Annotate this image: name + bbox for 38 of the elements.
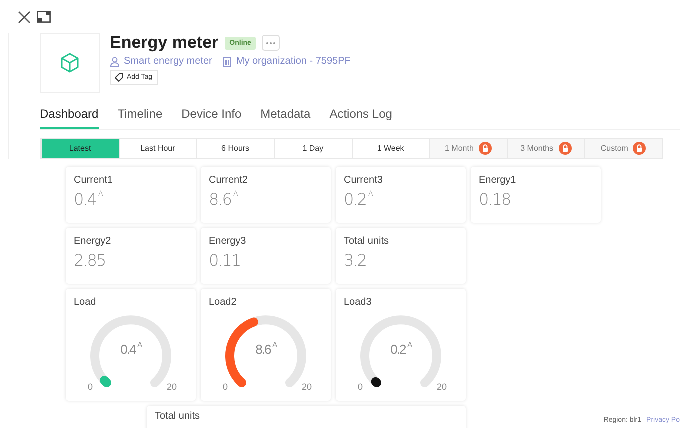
close-icon[interactable]: [18, 10, 31, 24]
tab[interactable]: Timeline: [118, 107, 163, 129]
widget-label: Load2: [209, 297, 238, 308]
tab[interactable]: Actions Log: [330, 107, 392, 129]
gauge-max: 20: [436, 382, 447, 392]
tab[interactable]: Device Info: [182, 107, 242, 129]
lock-icon: [558, 142, 572, 155]
range-button[interactable]: Latest: [41, 139, 119, 158]
widget-label: Total units: [344, 236, 390, 247]
widget-label: Total units: [155, 411, 202, 422]
widget-label: Current1: [74, 175, 114, 186]
cube-icon: [59, 52, 81, 74]
widget-value: 2.85: [74, 251, 107, 270]
tag-icon: [115, 73, 124, 82]
widget-label: Load3: [344, 297, 373, 308]
range-button[interactable]: 1 Month: [429, 139, 507, 158]
building-icon: [222, 56, 232, 66]
range-button[interactable]: 3 Months: [506, 139, 584, 158]
widget-value: 3.2: [344, 251, 368, 270]
device-name: Energy meter: [110, 33, 219, 53]
dots-icon: [266, 42, 276, 44]
widget-value: 0.11: [209, 251, 242, 270]
widget-label: Current3: [344, 175, 384, 186]
widget-value: 0.18: [479, 190, 512, 209]
gauge-max: 20: [302, 382, 312, 392]
widget-label: Current2: [209, 175, 249, 186]
gauge-max: 20: [166, 382, 177, 392]
lock-icon: [633, 142, 646, 155]
expand-icon[interactable]: [37, 11, 51, 23]
range-button[interactable]: Custom: [584, 139, 662, 158]
lock-icon: [478, 142, 492, 155]
widget-label: Energy2: [74, 236, 112, 247]
widget-label: Energy3: [209, 236, 248, 247]
widget-label: Load: [74, 297, 98, 308]
person-icon: [110, 56, 120, 66]
tab[interactable]: Metadata: [260, 107, 311, 129]
widget-label: Energy1: [479, 175, 518, 186]
tab[interactable]: Dashboard: [40, 107, 99, 129]
